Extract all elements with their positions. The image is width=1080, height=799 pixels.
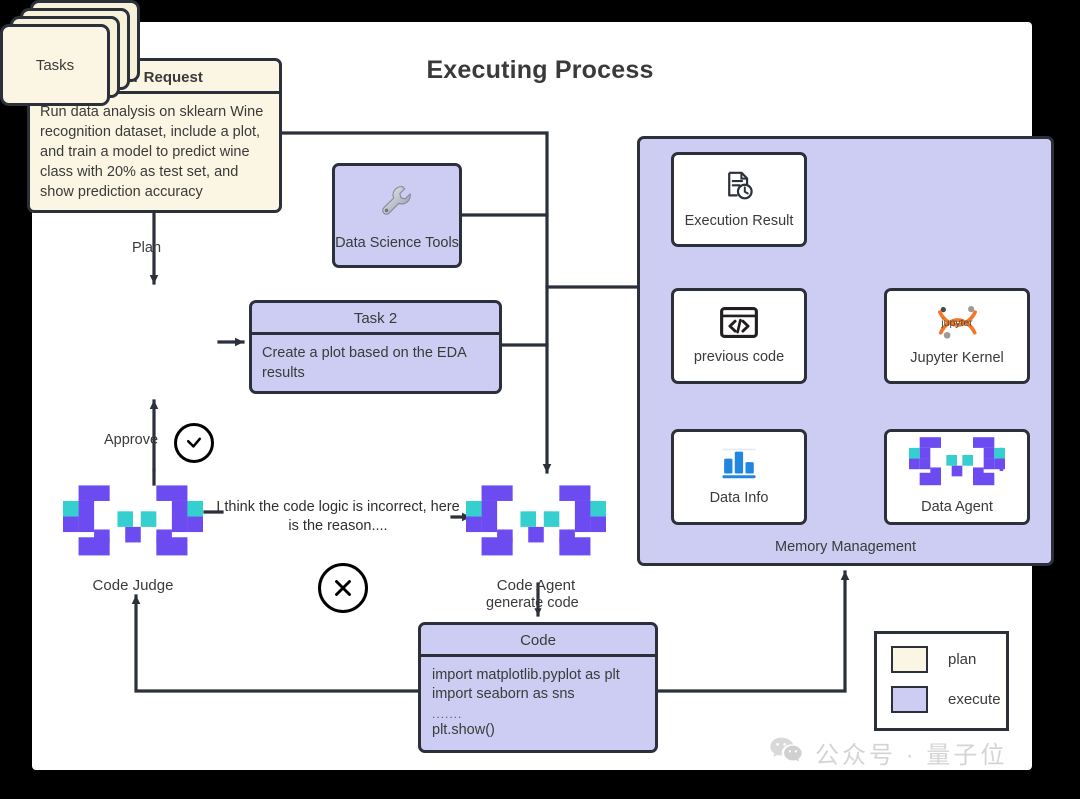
check-circle-icon	[174, 423, 214, 463]
task2-body: Create a plot based on the EDA results	[262, 345, 466, 381]
execution-result-label: Execution Result	[684, 212, 794, 229]
code-judge-label: Code Judge	[92, 577, 174, 594]
data-agent-box: Data Agent	[884, 429, 1030, 525]
jupyter-kernel-box: jupyter Jupyter Kernel	[884, 288, 1030, 384]
data-science-tools-label: Data Science Tools	[335, 234, 459, 251]
data-agent-label: Data Agent	[921, 499, 993, 516]
agent-pixel-icon	[466, 484, 606, 567]
data-info-label: Data Info	[709, 490, 769, 507]
task2-card: Task 2 Create a plot based on the EDA re…	[249, 300, 502, 394]
legend-item-plan: plan	[891, 646, 976, 673]
code-card: Code import matplotlib.pyplot as plt imp…	[418, 622, 658, 753]
agent-pixel-icon	[63, 484, 203, 567]
legend-item-execute: execute	[891, 686, 1001, 713]
tasks-card-front: Tasks	[0, 24, 110, 106]
diagram-stage: Executing Process User Request Run data …	[0, 0, 1080, 799]
previous-code-box: previous code	[671, 288, 807, 384]
plan-edge-label: Plan	[132, 240, 162, 256]
generate-code-edge-label: generate code	[486, 595, 579, 611]
execution-result-box: Execution Result	[671, 152, 807, 247]
legend-swatch-execute	[891, 686, 928, 713]
data-science-tools-box: Data Science Tools	[332, 163, 462, 268]
code-agent-label: Code Agent	[496, 577, 576, 594]
code-ellipsis: .......	[432, 706, 463, 721]
code-window-icon	[719, 306, 759, 344]
code-line-3: plt.show()	[432, 721, 495, 738]
code-line-1: import matplotlib.pyplot as plt	[432, 667, 620, 683]
user-request-body: Run data analysis on sklearn Wine recogn…	[40, 104, 264, 200]
legend-swatch-plan	[891, 646, 928, 673]
judge-message-label: I think the code logic is incorrect, her…	[216, 499, 460, 535]
memory-management-label: Memory Management	[774, 539, 917, 555]
legend-label-execute: execute	[948, 691, 1001, 708]
jupyter-kernel-label: Jupyter Kernel	[910, 350, 1004, 367]
code-body: import matplotlib.pyplot as plt import s…	[421, 657, 655, 750]
watermark: 公众号 · 量子位	[768, 735, 1007, 770]
code-judge-agent: Code Judge	[63, 484, 203, 594]
wechat-icon	[768, 735, 804, 770]
watermark-text: 公众号 · 量子位	[815, 742, 1008, 769]
legend-box: plan execute	[874, 631, 1009, 731]
agent-pixel-icon	[909, 437, 1005, 494]
page-title: Executing Process	[426, 56, 654, 84]
approve-edge-label: Approve	[104, 432, 159, 448]
code-agent: Code Agent	[466, 484, 606, 594]
wrench-icon	[375, 179, 419, 228]
previous-code-label: previous code	[693, 348, 785, 365]
memory-management-panel: Execution Result previous code jupyter J…	[637, 136, 1054, 566]
document-clock-icon	[722, 169, 756, 208]
code-header: Code	[421, 625, 655, 657]
tasks-label: Tasks	[35, 56, 75, 74]
code-line-2: import seaborn as sns	[432, 686, 575, 703]
bar-chart-icon	[718, 446, 760, 485]
legend-label-plan: plan	[948, 651, 977, 668]
tasks-stack: Tasks	[0, 0, 140, 106]
data-info-box: Data Info	[671, 429, 807, 525]
jupyter-icon: jupyter	[932, 304, 982, 345]
cross-circle-icon	[318, 563, 368, 613]
svg-text:jupyter: jupyter	[940, 318, 973, 329]
task2-header: Task 2	[252, 303, 499, 335]
